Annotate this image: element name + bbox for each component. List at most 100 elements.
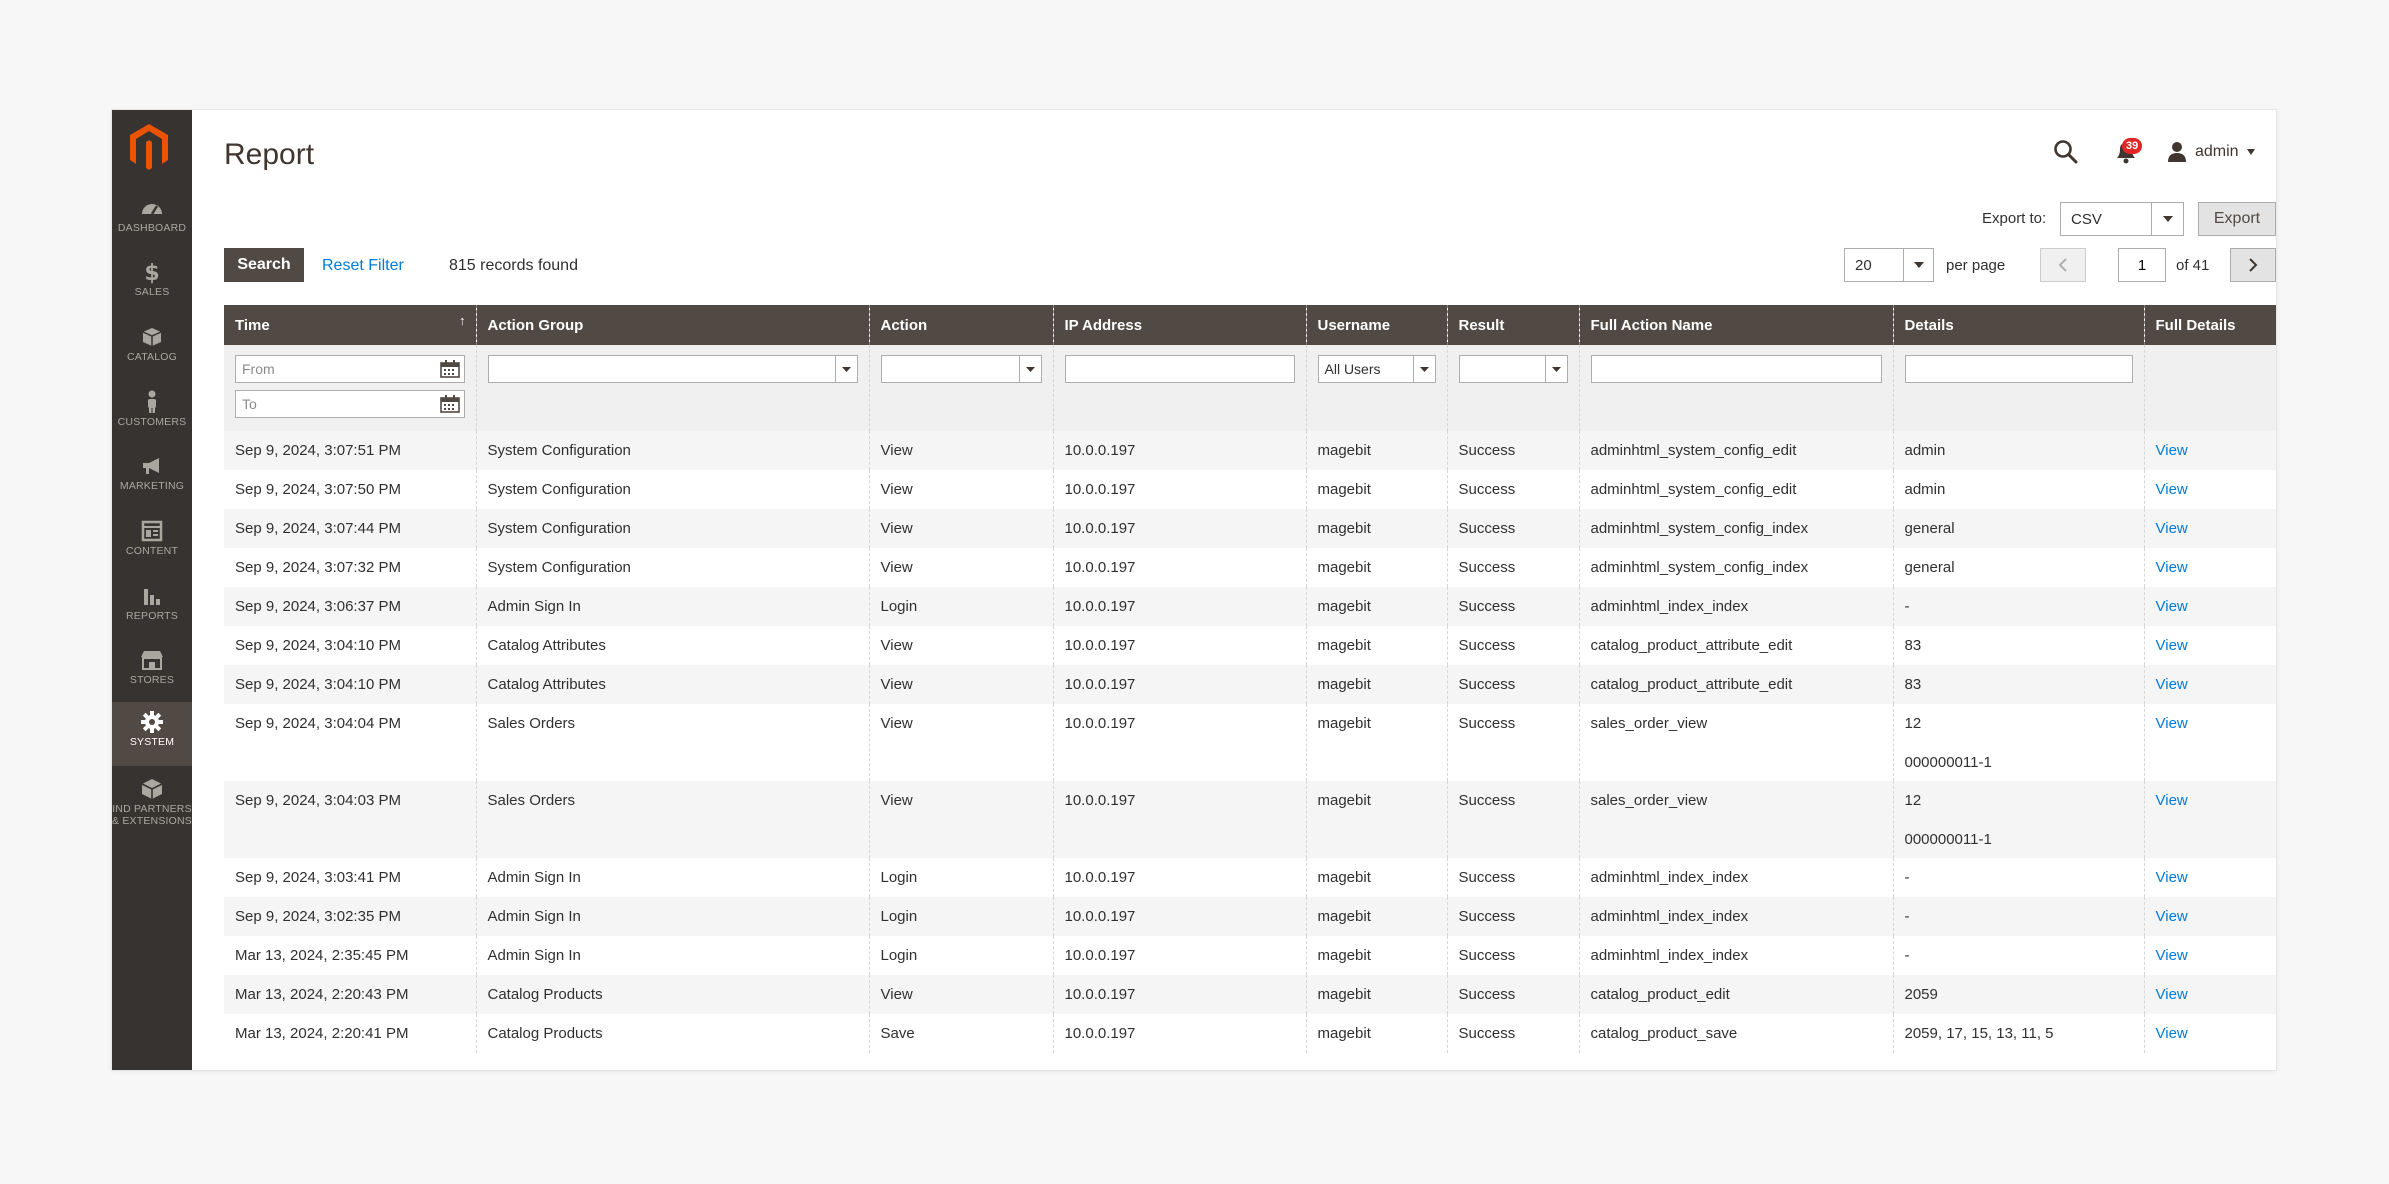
column-header-action[interactable]: Action (868, 305, 1053, 345)
table-row[interactable]: Sep 9, 2024, 3:07:51 PM System Configurat… (224, 431, 2276, 470)
chevron-down-icon (1544, 356, 1567, 382)
full-action-name-cell: adminhtml_index_index (1578, 858, 1893, 897)
magento-logo-icon[interactable] (126, 120, 172, 176)
table-row[interactable]: Sep 9, 2024, 3:02:35 PM Admin Sign In Logi… (224, 897, 2276, 936)
table-row[interactable]: Mar 13, 2024, 2:20:41 PM Catalog Products… (224, 1014, 2276, 1053)
full-action-name-cell: adminhtml_system_config_index (1578, 509, 1893, 548)
ip-address-cell: 10.0.0.197 (1052, 1014, 1306, 1053)
time-cell: Sep 9, 2024, 3:06:37 PM (224, 587, 476, 626)
view-details-link[interactable]: View (2156, 520, 2188, 537)
view-details-link[interactable]: View (2156, 676, 2188, 693)
extensions-icon (139, 777, 165, 801)
view-details-link[interactable]: View (2156, 442, 2188, 459)
table-row[interactable]: Mar 13, 2024, 2:35:45 PM Admin Sign In Log… (224, 936, 2276, 975)
view-details-link[interactable]: View (2156, 947, 2188, 964)
view-details-link[interactable]: View (2156, 908, 2188, 925)
previous-page-button[interactable] (2040, 248, 2086, 282)
full-action-name-cell: adminhtml_index_index (1578, 897, 1893, 936)
table-row[interactable]: Sep 9, 2024, 3:04:10 PM Catalog Attribute… (224, 665, 2276, 704)
view-details-link[interactable]: View (2156, 481, 2188, 498)
table-row[interactable]: Sep 9, 2024, 3:07:44 PM System Configurat… (224, 509, 2276, 548)
action-group-cell: System Configuration (475, 509, 869, 548)
cell-value: Sep 9, 2024, 3:07:32 PM (235, 559, 401, 576)
per-page-select[interactable]: 20 (1844, 248, 1934, 282)
table-row[interactable]: Sep 9, 2024, 3:03:41 PM Admin Sign In Logi… (224, 858, 2276, 897)
calendar-icon[interactable] (440, 395, 460, 413)
table-row[interactable]: Sep 9, 2024, 3:07:50 PM System Configurat… (224, 470, 2276, 509)
cell-value: magebit (1317, 908, 1371, 925)
details-filter-input[interactable] (1904, 355, 2133, 383)
cell-value: Sep 9, 2024, 3:07:50 PM (235, 481, 401, 498)
table-row[interactable]: Sep 9, 2024, 3:07:32 PM System Configurat… (224, 548, 2276, 587)
view-details-link[interactable]: View (2156, 869, 2188, 886)
username-cell: magebit (1305, 587, 1447, 626)
result-filter-select[interactable] (1458, 355, 1568, 383)
view-details-link[interactable]: View (2156, 559, 2188, 576)
column-header-time[interactable]: Time ↑ (224, 305, 476, 345)
from-date-input[interactable]: From (235, 355, 465, 383)
table-row[interactable]: Sep 9, 2024, 3:04:10 PM Catalog Attribute… (224, 626, 2276, 665)
sidebar-item-content[interactable]: CONTENT (112, 511, 192, 575)
column-header-details[interactable]: Details (1892, 305, 2144, 345)
column-header-username[interactable]: Username (1305, 305, 1447, 345)
column-header-full-action-name[interactable]: Full Action Name (1578, 305, 1893, 345)
full-action-name-filter-input[interactable] (1590, 355, 1882, 383)
table-row[interactable]: Sep 9, 2024, 3:04:03 PM Sales Orders View 1… (224, 781, 2276, 858)
user-menu[interactable]: admin (2167, 138, 2255, 166)
table-row[interactable]: Mar 13, 2024, 2:20:43 PM Catalog Products… (224, 975, 2276, 1014)
reset-filter-link[interactable]: Reset Filter (322, 257, 404, 275)
table-row[interactable]: Sep 9, 2024, 3:04:04 PM Sales Orders View 1… (224, 704, 2276, 781)
action-cell: View (868, 548, 1053, 587)
sidebar-item-reports[interactable]: REPORTS (112, 576, 192, 640)
column-header-full-details[interactable]: Full Details (2143, 305, 2276, 345)
to-date-input[interactable]: To (235, 390, 465, 418)
cell-value: adminhtml_system_config_edit (1590, 442, 1797, 459)
view-details-link[interactable]: View (2156, 715, 2188, 732)
calendar-icon[interactable] (440, 360, 460, 378)
search-button[interactable]: Search (224, 248, 304, 282)
view-details-link[interactable]: View (2156, 792, 2188, 809)
column-header-ip-address[interactable]: IP Address (1052, 305, 1306, 345)
full-action-name-cell: sales_order_view (1578, 704, 1893, 781)
cell-value: Success (1458, 637, 1516, 654)
view-details-link[interactable]: View (2156, 986, 2188, 1003)
cell-value: adminhtml_system_config_index (1590, 559, 1809, 576)
cell-value: 10.0.0.197 (1064, 792, 1136, 809)
sidebar-item-system[interactable]: SYSTEM (112, 702, 192, 766)
sidebar-item-marketing[interactable]: MARKETING (112, 446, 192, 510)
details-cell: - (1892, 587, 2144, 626)
notification-count-badge[interactable]: 39 (2122, 138, 2143, 154)
sidebar-item-catalog[interactable]: CATALOG (112, 317, 192, 381)
sidebar-item-stores[interactable]: STORES (112, 640, 192, 704)
table-row[interactable]: Sep 9, 2024, 3:06:37 PM Admin Sign In Logi… (224, 587, 2276, 626)
action-group-filter-select[interactable] (487, 355, 858, 383)
box-icon (139, 325, 165, 349)
person-icon (139, 390, 165, 414)
time-cell: Sep 9, 2024, 3:07:51 PM (224, 431, 476, 470)
export-button[interactable]: Export (2198, 202, 2276, 236)
current-page-input[interactable] (2118, 248, 2166, 282)
sidebar-item-sales[interactable]: $ SALES (112, 252, 192, 316)
cell-value: Mar 13, 2024, 2:35:45 PM (235, 947, 409, 964)
sidebar-item-dashboard[interactable]: DASHBOARD (112, 188, 192, 252)
cell-value: Sep 9, 2024, 3:04:10 PM (235, 637, 401, 654)
search-icon[interactable] (2052, 138, 2080, 166)
view-details-link[interactable]: View (2156, 598, 2188, 615)
cell-value: 10.0.0.197 (1064, 559, 1136, 576)
column-header-action-group[interactable]: Action Group (475, 305, 869, 345)
export-format-select[interactable]: CSV (2060, 202, 2184, 236)
cell-value: View (880, 676, 913, 693)
cell-value: Catalog Products (487, 1025, 603, 1042)
time-cell: Sep 9, 2024, 3:07:50 PM (224, 470, 476, 509)
cell-value: Admin Sign In (487, 947, 581, 964)
username-filter-select[interactable]: All Users (1317, 355, 1436, 383)
next-page-button[interactable] (2230, 248, 2276, 282)
action-filter-select[interactable] (880, 355, 1042, 383)
cell-value: Sep 9, 2024, 3:04:03 PM (235, 792, 401, 809)
sidebar-item-ind-partners[interactable]: IND PARTNERS & EXTENSIONS (112, 769, 192, 833)
view-details-link[interactable]: View (2156, 637, 2188, 654)
sidebar-item-customers[interactable]: CUSTOMERS (112, 382, 192, 446)
column-header-result[interactable]: Result (1446, 305, 1579, 345)
view-details-link[interactable]: View (2156, 1025, 2188, 1042)
ip-address-filter-input[interactable] (1064, 355, 1295, 383)
